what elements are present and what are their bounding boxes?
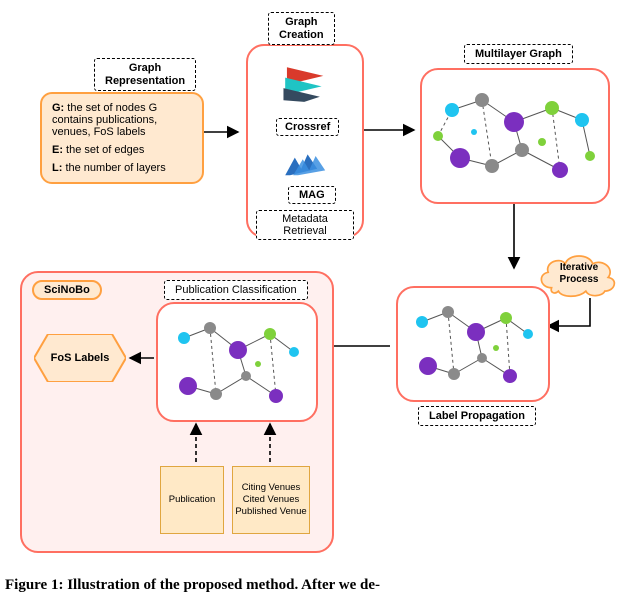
- graph-creation-label: Graph Creation: [268, 12, 335, 45]
- venues-doc: Citing Venues Cited Venues Published Ven…: [232, 466, 310, 534]
- arrow-doc1-up: [182, 420, 210, 464]
- multilayer-graph-iconic: [422, 70, 608, 202]
- iterative-process-cloud: Iterative Process: [536, 250, 622, 298]
- label-propagation-label: Label Propagation: [418, 406, 536, 426]
- crossref-label: Crossref: [276, 118, 339, 136]
- figure-caption: Figure 1: Illustration of the proposed m…: [5, 577, 635, 594]
- iterative-loop-arrow: [542, 296, 612, 340]
- graph-representation-box: G: the set of nodes G contains publicati…: [40, 92, 204, 184]
- label-propagation-graph-icon: [398, 288, 548, 400]
- graph-representation-label: Graph Representation: [94, 58, 196, 91]
- multilayer-graph-box: [420, 68, 610, 204]
- mag-icon: [282, 146, 330, 182]
- graph-creation-box: Crossref MAG Metadata Retrieval: [246, 44, 364, 238]
- arrow-rep-to-creation: [202, 110, 242, 140]
- mag-label: MAG: [288, 186, 336, 204]
- publication-classification-label: Publication Classification: [164, 280, 308, 300]
- scinobo-label: SciNoBo: [32, 280, 102, 300]
- arrow-doc2-up: [256, 420, 284, 464]
- metadata-label: Metadata Retrieval: [256, 210, 354, 240]
- publication-classification-box: [156, 302, 318, 422]
- semantic-scholar-icon: [280, 60, 332, 104]
- publication-classification-graph-icon: [158, 304, 316, 420]
- arrow-pubclass-to-fos: [126, 348, 156, 368]
- label-propagation-box: [396, 286, 550, 402]
- multilayer-graph-label: Multilayer Graph: [464, 44, 573, 64]
- arrow-creation-to-multilayer: [362, 120, 418, 140]
- fos-labels-hex: FoS Labels: [34, 334, 126, 387]
- publication-doc: Publication: [160, 466, 224, 534]
- arrow-multilayer-down: [504, 202, 524, 272]
